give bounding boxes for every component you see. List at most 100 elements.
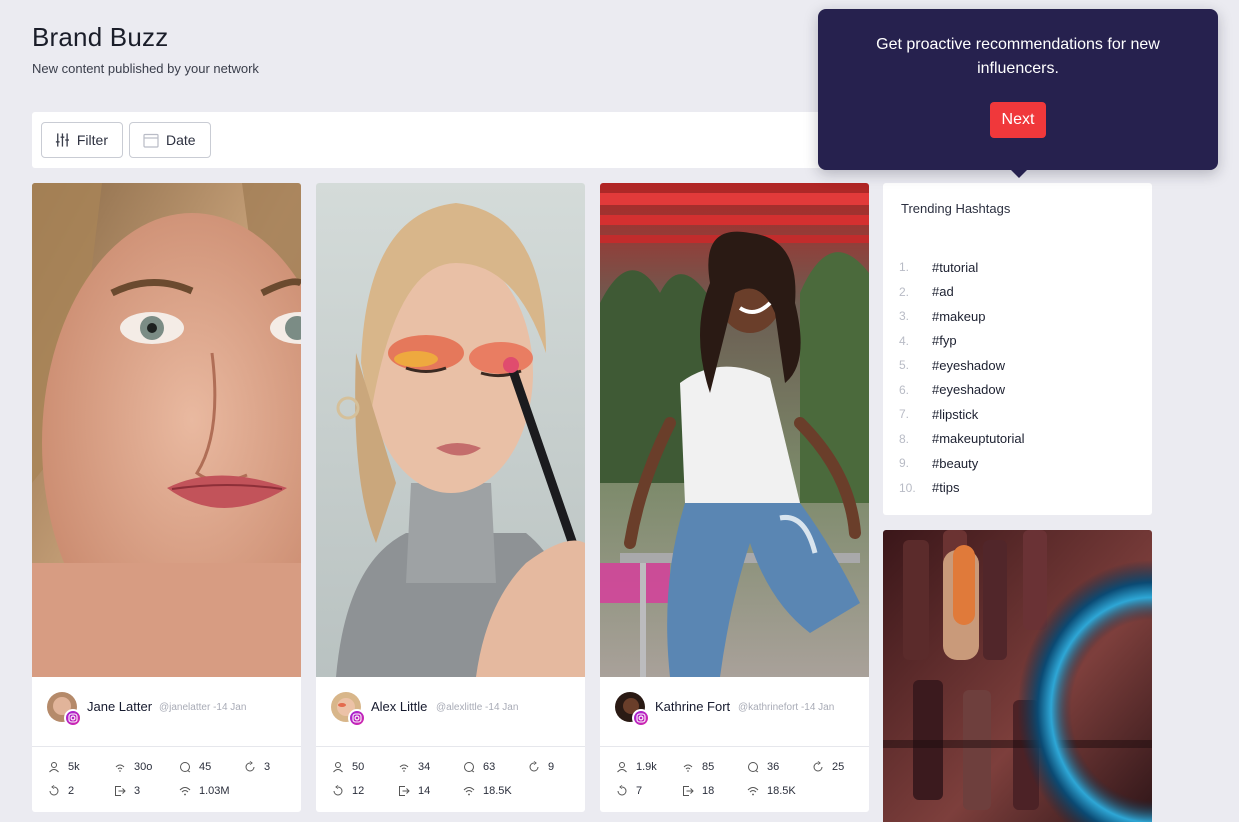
hashtag-rank: 1. bbox=[899, 260, 910, 275]
stat-reposts: 7 bbox=[616, 785, 642, 797]
filter-button-label: Filter bbox=[76, 132, 108, 148]
hashtag-label: #lipstick bbox=[932, 406, 979, 422]
stat-reach: 34 bbox=[398, 761, 430, 773]
post-card[interactable]: Kathrine Fort @kathrinefort -14 Jan 1.9k… bbox=[600, 183, 869, 812]
broadcast-icon bbox=[463, 787, 475, 796]
stat-impressions: 1.03M bbox=[179, 785, 230, 797]
post-card[interactable]: Alex Little @alexlittle -14 Jan 50 34 63… bbox=[316, 183, 585, 812]
date-button[interactable]: Date bbox=[129, 122, 211, 158]
wifi-icon bbox=[399, 764, 409, 772]
post-author: Kathrine Fort @kathrinefort -14 Jan bbox=[600, 677, 869, 747]
hashtag-rank: 9. bbox=[899, 456, 910, 471]
sliders-icon bbox=[55, 133, 69, 147]
author-name[interactable]: Alex Little bbox=[371, 699, 427, 714]
stat-comments: 63 bbox=[463, 761, 495, 773]
stat-shares: 25 bbox=[812, 761, 844, 773]
post-stats: 5k 30o 45 3 2 3 1.03M bbox=[32, 748, 301, 812]
stat-value: 34 bbox=[418, 761, 431, 773]
user-icon bbox=[333, 762, 343, 773]
next-button[interactable]: Next bbox=[990, 102, 1046, 138]
filter-button[interactable]: Filter bbox=[41, 122, 123, 158]
stat-reach: 85 bbox=[682, 761, 714, 773]
stat-value: 45 bbox=[199, 761, 212, 773]
author-handle: @alexlittle -14 Jan bbox=[436, 702, 519, 713]
page-subtitle: New content published by your network bbox=[32, 61, 259, 76]
stat-shares: 3 bbox=[244, 761, 270, 773]
stat-value: 50 bbox=[352, 761, 365, 773]
post-card[interactable]: Jane Latter @janelatter -14 Jan 5k 30o 4… bbox=[32, 183, 301, 812]
onboarding-tooltip: Get proactive recommendations for new in… bbox=[818, 9, 1218, 170]
stat-value: 7 bbox=[636, 785, 643, 797]
instagram-icon bbox=[348, 709, 366, 727]
hashtag-label: #fyp bbox=[932, 333, 957, 349]
stat-impressions: 18.5K bbox=[463, 785, 512, 797]
stat-followers: 50 bbox=[332, 761, 364, 773]
stat-value: 63 bbox=[483, 761, 496, 773]
hashtag-item[interactable]: 10. #tips bbox=[899, 476, 1025, 501]
refresh-icon bbox=[529, 761, 539, 772]
tooltip-message: Get proactive recommendations for new in… bbox=[876, 36, 1160, 77]
stat-value: 30o bbox=[134, 761, 153, 773]
author-handle: @janelatter -14 Jan bbox=[159, 702, 247, 713]
hashtag-list: 1. #tutorial 2. #ad 3. #makeup 4. #fyp 5. #ey… bbox=[899, 255, 1025, 500]
hashtag-rank: 10. bbox=[899, 480, 916, 495]
hashtag-item[interactable]: 9. #beauty bbox=[899, 451, 1025, 476]
hashtag-item[interactable]: 5. #eyeshadow bbox=[899, 353, 1025, 378]
instagram-icon bbox=[632, 709, 650, 727]
hashtag-rank: 4. bbox=[899, 333, 910, 348]
user-icon bbox=[617, 762, 627, 773]
hashtag-item[interactable]: 2. #ad bbox=[899, 280, 1025, 305]
hashtag-rank: 6. bbox=[899, 382, 910, 397]
trending-hashtags-panel: Trending Hashtags 1. #tutorial 2. #ad 3. #m… bbox=[883, 183, 1152, 515]
stat-reposts: 12 bbox=[332, 785, 364, 797]
stat-value: 1.9k bbox=[636, 761, 657, 773]
hashtag-item[interactable]: 6. #eyeshadow bbox=[899, 378, 1025, 403]
hashtag-label: #tips bbox=[932, 480, 960, 496]
post-stats: 1.9k 85 36 25 7 18 18.5K bbox=[600, 748, 869, 812]
post-image[interactable] bbox=[600, 183, 869, 677]
post-image[interactable] bbox=[32, 183, 301, 677]
author-name[interactable]: Jane Latter bbox=[87, 699, 152, 714]
stat-followers: 1.9k bbox=[616, 761, 657, 773]
hashtag-item[interactable]: 3. #makeup bbox=[899, 304, 1025, 329]
hashtag-label: #eyeshadow bbox=[932, 357, 1005, 373]
stat-impressions: 18.5K bbox=[747, 785, 796, 797]
stat-forwards: 14 bbox=[398, 785, 430, 797]
hashtag-label: #tutorial bbox=[932, 259, 979, 275]
stat-value: 25 bbox=[832, 761, 845, 773]
stat-value: 85 bbox=[702, 761, 715, 773]
post-image[interactable] bbox=[883, 530, 1152, 822]
broadcast-icon bbox=[179, 787, 191, 796]
hashtag-rank: 7. bbox=[899, 407, 910, 422]
stat-shares: 9 bbox=[528, 761, 554, 773]
wifi-icon bbox=[683, 764, 693, 772]
hashtag-item[interactable]: 4. #fyp bbox=[899, 329, 1025, 354]
post-author: Jane Latter @janelatter -14 Jan bbox=[32, 677, 301, 747]
broadcast-icon bbox=[747, 787, 759, 796]
stat-value: 36 bbox=[767, 761, 780, 773]
hashtag-item[interactable]: 8. #makeuptutorial bbox=[899, 427, 1025, 452]
stat-value: 3 bbox=[134, 785, 141, 797]
stat-forwards: 18 bbox=[682, 785, 714, 797]
refresh-icon bbox=[813, 761, 823, 772]
date-button-label: Date bbox=[166, 132, 196, 148]
stat-reposts: 2 bbox=[48, 785, 74, 797]
share-out-icon bbox=[683, 786, 694, 796]
stat-forwards: 3 bbox=[114, 785, 140, 797]
post-image[interactable] bbox=[316, 183, 585, 677]
stat-value: 14 bbox=[418, 785, 431, 797]
author-name[interactable]: Kathrine Fort bbox=[655, 699, 730, 714]
calendar-icon bbox=[143, 133, 159, 148]
hashtag-label: #makeuptutorial bbox=[932, 431, 1025, 447]
hashtag-rank: 8. bbox=[899, 431, 910, 446]
instagram-icon bbox=[64, 709, 82, 727]
tooltip-arrow bbox=[1010, 169, 1028, 178]
post-author: Alex Little @alexlittle -14 Jan bbox=[316, 677, 585, 747]
share-out-icon bbox=[115, 786, 126, 796]
stat-value: 18.5K bbox=[767, 785, 796, 797]
undo-icon bbox=[617, 785, 627, 796]
author-handle: @kathrinefort -14 Jan bbox=[738, 702, 835, 713]
undo-icon bbox=[333, 785, 343, 796]
hashtag-item[interactable]: 7. #lipstick bbox=[899, 402, 1025, 427]
hashtag-item[interactable]: 1. #tutorial bbox=[899, 255, 1025, 280]
